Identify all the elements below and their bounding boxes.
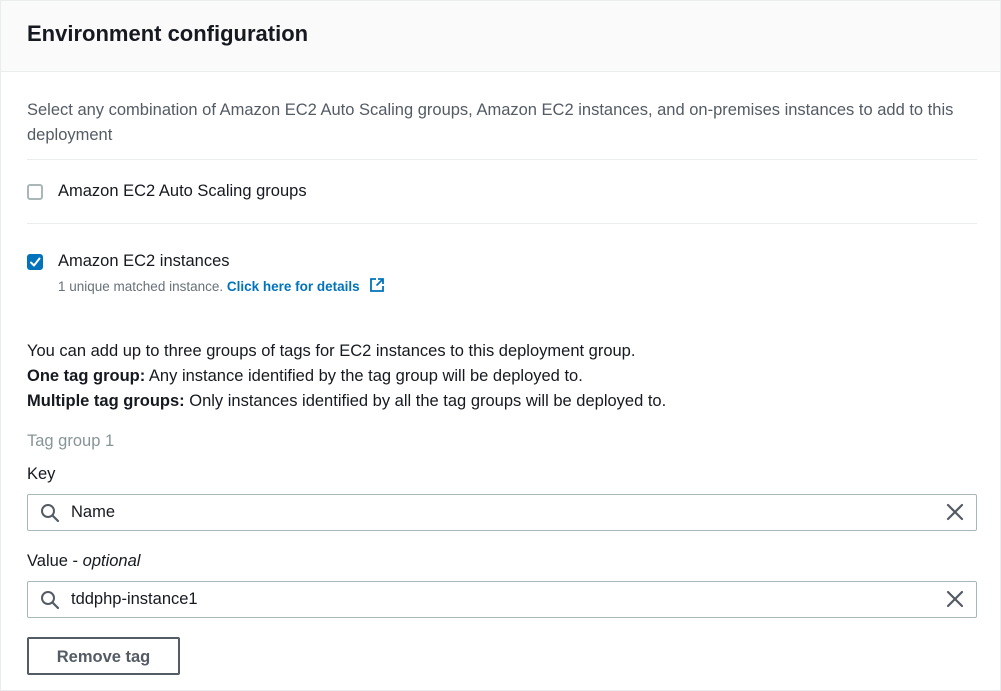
info-line-rest: Only instances identified by all the tag… <box>184 392 667 410</box>
value-label: Value - optional <box>27 552 140 571</box>
details-link[interactable]: Click here for details <box>227 279 360 294</box>
ec2-instances-label[interactable]: Amazon EC2 instances <box>58 252 230 271</box>
tag-group-title: Tag group 1 <box>27 432 115 450</box>
remove-tag-button[interactable]: Remove tag <box>27 637 180 675</box>
value-label-text: Value - <box>27 552 83 570</box>
matched-instances-count: 1 unique matched instance. <box>58 279 224 294</box>
info-line: One tag group: Any instance identified b… <box>27 364 977 389</box>
key-value[interactable]: Name <box>71 503 115 522</box>
info-line-bold: Multiple tag groups: <box>27 392 185 410</box>
info-line: You can add up to three groups of tags f… <box>27 342 636 360</box>
checkmark-icon <box>30 257 41 267</box>
info-line-rest: Any instance identified by the tag group… <box>145 367 583 385</box>
external-link-icon[interactable] <box>369 277 385 296</box>
description-text: Select any combination of Amazon EC2 Aut… <box>27 101 954 144</box>
clear-value-icon[interactable] <box>946 590 964 613</box>
value-input[interactable]: tddphp-instance1 <box>27 581 977 618</box>
panel-header: Environment configuration <box>1 1 1000 72</box>
divider <box>27 159 977 160</box>
info-line: Multiple tag groups: Only instances iden… <box>27 389 977 414</box>
tag-groups-info: You can add up to three groups of tags f… <box>27 339 977 414</box>
panel-title: Environment configuration <box>27 21 309 46</box>
search-icon <box>40 590 60 615</box>
auto-scaling-groups-checkbox[interactable] <box>27 184 43 200</box>
auto-scaling-groups-label[interactable]: Amazon EC2 Auto Scaling groups <box>58 182 307 201</box>
value-value[interactable]: tddphp-instance1 <box>71 590 198 609</box>
value-label-optional: optional <box>82 552 141 570</box>
ec2-instances-checkbox[interactable] <box>27 254 43 270</box>
clear-key-icon[interactable] <box>946 503 964 526</box>
divider <box>27 223 977 224</box>
search-icon <box>40 503 60 528</box>
matched-instances-note: 1 unique matched instance. Click here fo… <box>58 277 385 296</box>
key-label: Key <box>27 465 56 483</box>
environment-configuration-panel: Environment configuration Select any com… <box>0 0 1001 691</box>
info-line-bold: One tag group: <box>27 367 146 385</box>
key-input[interactable]: Name <box>27 494 977 531</box>
